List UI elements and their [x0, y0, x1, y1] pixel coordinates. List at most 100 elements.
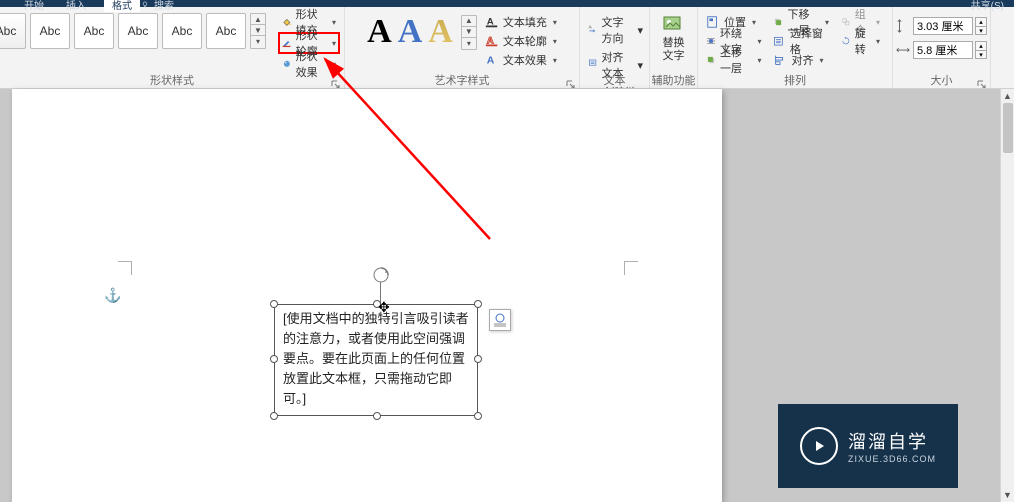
text-fill-button[interactable]: A 文本填充 ▾ — [481, 13, 561, 31]
dialog-launcher[interactable] — [331, 77, 341, 87]
gallery-up-icon[interactable]: ▲ — [251, 14, 265, 25]
wordart-thumb[interactable]: A — [398, 13, 423, 51]
resize-handle[interactable] — [270, 300, 278, 308]
alt-text-icon — [662, 13, 686, 37]
wordart-thumb[interactable]: A — [367, 13, 392, 51]
svg-text:A: A — [487, 55, 495, 67]
chevron-down-icon: ▾ — [553, 37, 557, 46]
effects-icon — [282, 57, 292, 71]
resize-handle[interactable] — [270, 355, 278, 363]
dialog-launcher[interactable] — [977, 77, 987, 87]
svg-text:A: A — [589, 24, 593, 29]
scroll-up-icon[interactable]: ▲ — [1001, 89, 1014, 103]
width-spinner[interactable]: ▴▾ — [976, 41, 987, 59]
text-outline-icon: A — [485, 34, 499, 48]
scroll-thumb[interactable] — [1003, 103, 1013, 153]
chevron-down-icon: ▾ — [876, 18, 880, 27]
anchor-icon: ⚓ — [104, 287, 121, 304]
align-label: 对齐 — [791, 52, 813, 68]
chevron-down-icon: ▾ — [757, 37, 761, 46]
resize-handle[interactable] — [474, 355, 482, 363]
textbox[interactable]: [使用文档中的独特引言吸引读者的注意力，或者使用此空间强调要点。要在此页面上的任… — [274, 304, 478, 416]
bring-forward-icon — [706, 53, 716, 67]
chevron-down-icon: ▾ — [553, 18, 557, 27]
alt-text-line1: 替换 — [663, 37, 685, 50]
width-field[interactable]: 5.8 厘米 ▴▾ — [896, 41, 987, 59]
shape-style-thumb[interactable]: Abc — [162, 13, 202, 49]
shape-style-thumb[interactable]: Abc — [206, 13, 246, 49]
document-page[interactable]: ⚓ [使用文档中的独特引言吸引读者的注意力，或者使用此空间强调要点。要在此页面上… — [12, 89, 722, 502]
shape-style-thumb[interactable]: Abc — [74, 13, 114, 49]
gallery-down-icon[interactable]: ▼ — [251, 25, 265, 36]
chevron-down-icon: ▾ — [637, 59, 643, 72]
group-label: 辅助功能 — [650, 72, 697, 88]
group-arrange: 位置 ▾ 环绕文字 ▾ 上移一层 ▾ 下移一层 ▾ — [698, 7, 893, 89]
gallery-more-icon[interactable]: ▾ — [462, 38, 476, 49]
shape-style-thumb[interactable]: Abc — [0, 13, 26, 49]
textbox-selected[interactable]: [使用文档中的独特引言吸引读者的注意力，或者使用此空间强调要点。要在此页面上的任… — [274, 304, 478, 416]
text-fill-icon: A — [485, 15, 499, 29]
text-effects-icon: A — [485, 53, 499, 67]
watermark-url: ZIXUE.3D66.COM — [848, 454, 936, 464]
width-icon — [896, 43, 910, 57]
bring-forward-button[interactable]: 上移一层 ▾ — [702, 51, 765, 69]
height-field[interactable]: 3.03 厘米 ▴▾ — [896, 17, 987, 35]
watermark: 溜溜自学 ZIXUE.3D66.COM — [778, 404, 958, 488]
shape-style-thumb[interactable]: Abc — [30, 13, 70, 49]
align-icon — [773, 53, 787, 67]
text-direction-button[interactable]: A 文字方向 ▾ — [586, 13, 645, 47]
vertical-scrollbar[interactable]: ▲ ▼ — [1000, 89, 1014, 502]
scroll-down-icon[interactable]: ▼ — [1001, 488, 1014, 502]
shape-style-gallery[interactable]: Abc Abc Abc Abc Abc Abc ▲ ▼ ▾ — [0, 13, 274, 49]
align-button[interactable]: 对齐 ▾ — [769, 51, 832, 69]
height-value[interactable]: 3.03 厘米 — [913, 17, 973, 35]
height-spinner[interactable]: ▴▾ — [976, 17, 987, 35]
text-outline-button[interactable]: A 文本轮廓 ▾ — [481, 32, 561, 50]
selection-pane-button[interactable]: 选择窗格 — [769, 32, 832, 50]
resize-handle[interactable] — [474, 300, 482, 308]
group-shape-styles: Abc Abc Abc Abc Abc Abc ▲ ▼ ▾ 形状填充 ▾ — [0, 7, 345, 89]
chevron-down-icon: ▾ — [637, 24, 643, 37]
resize-handle[interactable] — [474, 412, 482, 420]
text-outline-label: 文本轮廓 — [503, 33, 547, 49]
rotate-handle[interactable] — [372, 266, 390, 284]
width-value[interactable]: 5.8 厘米 — [913, 41, 973, 59]
dialog-launcher[interactable] — [566, 77, 576, 87]
align-text-icon — [588, 58, 599, 72]
group-wordart-styles: A A A ▲ ▼ ▾ A 文本填充 ▾ A 文本轮廓 ▾ — [345, 7, 580, 89]
app-titlebar: 开始 插入 格式 搜索 共享(S) — [0, 0, 1014, 7]
play-icon — [800, 427, 838, 465]
group-objects-label: 组合 — [855, 7, 870, 38]
group-label: 艺术字样式 — [345, 72, 579, 88]
gallery-up-icon[interactable]: ▲ — [462, 16, 476, 27]
chevron-down-icon: ▾ — [752, 18, 756, 27]
gallery-spinner[interactable]: ▲ ▼ ▾ — [250, 13, 266, 49]
chevron-down-icon: ▾ — [332, 60, 336, 69]
resize-handle[interactable] — [373, 412, 381, 420]
text-direction-icon: A — [588, 23, 599, 37]
group-accessibility: 替换 文字 辅助功能 — [650, 7, 698, 89]
group-size: 3.03 厘米 ▴▾ 5.8 厘米 ▴▾ 大小 — [893, 7, 991, 89]
shape-style-thumb[interactable]: Abc — [118, 13, 158, 49]
resize-handle[interactable] — [270, 412, 278, 420]
text-effects-button[interactable]: A 文本效果 ▾ — [481, 51, 561, 69]
group-icon — [841, 15, 851, 29]
group-label: 文本 — [580, 72, 649, 88]
wordart-thumb[interactable]: A — [428, 13, 453, 51]
alt-text-button[interactable]: 替换 文字 — [654, 13, 694, 63]
chevron-down-icon: ▾ — [819, 56, 823, 65]
gallery-spinner[interactable]: ▲ ▼ ▾ — [461, 15, 477, 50]
textbox-content[interactable]: [使用文档中的独特引言吸引读者的注意力，或者使用此空间强调要点。要在此页面上的任… — [283, 309, 469, 409]
wordart-gallery[interactable]: A A A ▲ ▼ ▾ — [363, 13, 481, 51]
chevron-down-icon: ▾ — [332, 39, 336, 48]
gallery-down-icon[interactable]: ▼ — [462, 27, 476, 38]
gallery-more-icon[interactable]: ▾ — [251, 36, 265, 47]
text-fill-label: 文本填充 — [503, 14, 547, 30]
send-backward-icon — [773, 15, 783, 29]
chevron-down-icon: ▾ — [876, 37, 880, 46]
layout-options-button[interactable] — [489, 309, 511, 331]
shape-effects-button[interactable]: 形状效果 ▾ — [278, 55, 340, 73]
group-label: 排列 — [698, 72, 892, 88]
group-label: 大小 — [893, 72, 990, 88]
group-objects-button[interactable]: 组合 ▾ — [837, 13, 884, 31]
